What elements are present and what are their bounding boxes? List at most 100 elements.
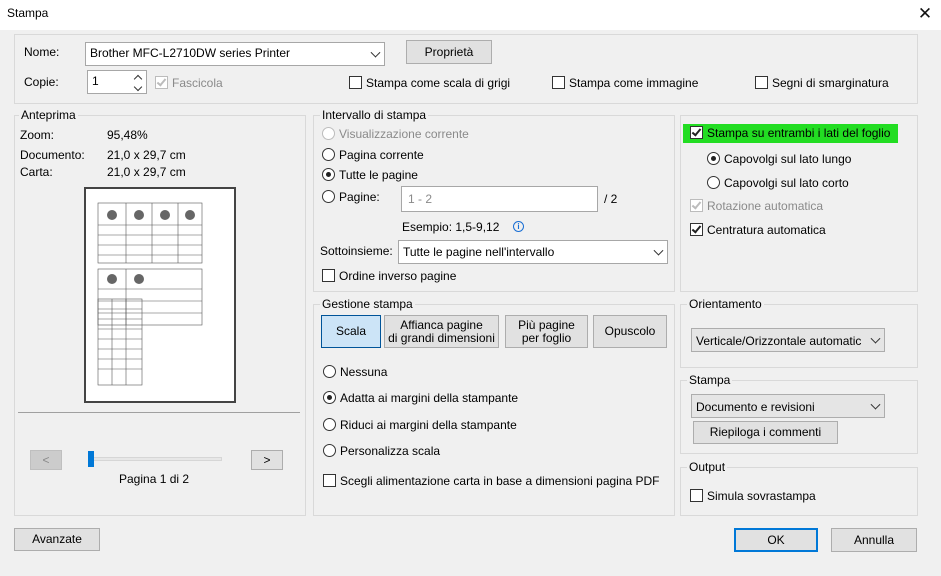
short-edge-radio[interactable]: [707, 176, 720, 189]
page-thumbnail: [97, 202, 203, 386]
printer-select-value: Brother MFC-L2710DW series Printer: [90, 46, 291, 60]
ok-button[interactable]: OK: [734, 528, 818, 552]
tab-poster-label-2: di grandi dimensioni: [388, 330, 495, 345]
annotations-select-value: Documento e revisioni: [696, 400, 815, 414]
current-page-label: Pagina corrente: [339, 148, 424, 162]
slider-thumb[interactable]: [88, 451, 94, 467]
reverse-order-label: Ordine inverso pagine: [339, 269, 457, 283]
pages-example: Esempio: 1,5-9,12: [402, 220, 500, 234]
crop-marks-checkbox[interactable]: [755, 76, 768, 89]
copies-input[interactable]: 1: [87, 70, 133, 94]
cancel-button[interactable]: Annulla: [831, 528, 917, 552]
simulate-overprint-checkbox[interactable]: [690, 489, 703, 502]
subset-label: Sottoinsieme:: [320, 244, 393, 258]
scale-shrink-radio[interactable]: [323, 418, 336, 431]
tab-booklet[interactable]: Opuscolo: [593, 315, 667, 348]
next-page-button[interactable]: >: [251, 450, 283, 470]
preview-title: Anteprima: [19, 108, 78, 122]
pages-radio[interactable]: [322, 190, 335, 203]
chevron-down-icon[interactable]: [133, 82, 143, 92]
orientation-select-value: Verticale/Orizzontale automatic: [696, 334, 862, 348]
summarize-comments-button[interactable]: Riepiloga i commenti: [693, 421, 838, 444]
scale-none-radio[interactable]: [323, 365, 336, 378]
both-sides-label: Stampa su entrambi i lati del foglio: [707, 126, 891, 140]
scale-custom-radio[interactable]: [323, 444, 336, 457]
tab-multiple-label-2: per foglio: [521, 330, 572, 345]
tab-scale-label: Scala: [335, 324, 367, 338]
auto-rotate-label: Rotazione automatica: [707, 199, 824, 213]
annotations-title: Stampa: [687, 373, 733, 387]
window-title: Stampa: [7, 6, 49, 20]
chevron-down-icon: [370, 47, 381, 58]
collate-label: Fascicola: [172, 76, 223, 90]
total-pages: / 2: [604, 192, 618, 206]
print-as-image-label: Stampa come immagine: [569, 76, 699, 90]
current-view-label: Visualizzazione corrente: [339, 127, 469, 141]
current-view-radio[interactable]: [322, 127, 335, 140]
advanced-button[interactable]: Avanzate: [14, 528, 100, 551]
document-size-label: Documento:: [20, 148, 85, 162]
print-range-title: Intervallo di stampa: [320, 108, 429, 122]
annotations-select[interactable]: Documento e revisioni: [691, 394, 885, 418]
document-size-value: 21,0 x 29,7 cm: [107, 148, 186, 162]
collate-checkbox[interactable]: [155, 76, 168, 89]
scale-custom-label: Personalizza scala: [340, 444, 441, 458]
page-preview: [84, 187, 236, 403]
auto-center-label: Centratura automatica: [707, 223, 826, 237]
title-bar: [0, 0, 941, 30]
zoom-value: 95,48%: [107, 128, 148, 142]
print-handling-title: Gestione stampa: [320, 297, 415, 311]
chevron-down-icon: [653, 245, 664, 256]
simulate-overprint-label: Simula sovrastampa: [707, 489, 816, 503]
tab-multiple[interactable]: Più pagine per foglio: [505, 315, 588, 348]
subset-select-value: Tutte le pagine nell'intervallo: [403, 245, 555, 259]
tab-poster-label-1: Affianca pagine: [400, 317, 483, 332]
paper-source-label: Scegli alimentazione carta in base a dim…: [340, 474, 660, 488]
printer-name-label: Nome:: [24, 45, 60, 59]
scale-fit-radio[interactable]: [323, 391, 336, 404]
reverse-order-checkbox[interactable]: [322, 269, 335, 282]
both-sides-checkbox[interactable]: [690, 126, 703, 139]
auto-center-checkbox[interactable]: [690, 223, 703, 236]
output-title: Output: [687, 460, 728, 474]
subset-select[interactable]: Tutte le pagine nell'intervallo: [398, 240, 668, 264]
orientation-title: Orientamento: [687, 297, 764, 311]
short-edge-label: Capovolgi sul lato corto: [724, 176, 849, 190]
pages-label: Pagine:: [339, 190, 380, 204]
chevron-down-icon: [870, 333, 881, 344]
page-indicator: Pagina 1 di 2: [119, 472, 190, 486]
grayscale-checkbox[interactable]: [349, 76, 362, 89]
crop-marks-label: Segni di smarginatura: [772, 76, 889, 90]
previous-page-button[interactable]: <: [30, 450, 62, 470]
pages-input[interactable]: 1 - 2: [401, 186, 598, 212]
divider: [18, 412, 300, 413]
copies-label: Copie:: [24, 75, 59, 89]
close-icon[interactable]: ✕: [913, 3, 937, 25]
all-pages-label: Tutte le pagine: [339, 168, 418, 182]
long-edge-label: Capovolgi sul lato lungo: [724, 152, 852, 166]
paper-size-value: 21,0 x 29,7 cm: [107, 165, 186, 179]
copies-spinner[interactable]: [131, 70, 147, 94]
tab-multiple-label-1: Più pagine: [518, 317, 575, 332]
orientation-select[interactable]: Verticale/Orizzontale automatic: [691, 328, 885, 352]
long-edge-radio[interactable]: [707, 152, 720, 165]
chevron-down-icon: [870, 399, 881, 410]
auto-rotate-checkbox[interactable]: [690, 199, 703, 212]
page-slider[interactable]: [88, 457, 222, 461]
scale-fit-label: Adatta ai margini della stampante: [340, 391, 519, 405]
all-pages-radio[interactable]: [322, 168, 335, 181]
tab-booklet-label: Opuscolo: [604, 324, 656, 338]
tab-scale[interactable]: Scala: [321, 315, 381, 348]
scale-shrink-label: Riduci ai margini della stampante: [340, 418, 517, 432]
paper-source-checkbox[interactable]: [323, 474, 336, 487]
info-icon[interactable]: i: [513, 221, 524, 232]
scale-none-label: Nessuna: [340, 365, 388, 379]
current-page-radio[interactable]: [322, 148, 335, 161]
properties-button[interactable]: Proprietà: [406, 40, 492, 64]
zoom-label: Zoom:: [20, 128, 55, 142]
printer-select[interactable]: Brother MFC-L2710DW series Printer: [85, 42, 385, 66]
tab-poster[interactable]: Affianca pagine di grandi dimensioni: [384, 315, 499, 348]
print-as-image-checkbox[interactable]: [552, 76, 565, 89]
grayscale-label: Stampa come scala di grigi: [366, 76, 511, 90]
paper-size-label: Carta:: [20, 165, 53, 179]
